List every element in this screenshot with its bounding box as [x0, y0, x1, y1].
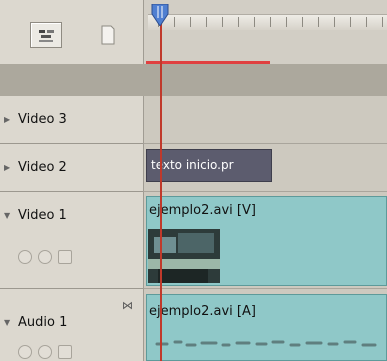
playhead-icon[interactable] — [150, 4, 170, 26]
ruler-tick — [254, 17, 255, 27]
marker-button[interactable] — [96, 22, 120, 48]
work-area-bar[interactable] — [146, 61, 270, 64]
clip-name: texto inicio.pr — [151, 158, 234, 172]
playhead-line[interactable] — [160, 20, 162, 361]
expand-arrow-icon[interactable]: ▼ — [4, 211, 10, 220]
ruler-tick — [190, 17, 191, 27]
title-clip[interactable]: texto inicio.pr — [146, 149, 272, 182]
track-header-video-3[interactable]: ▶ Video 3 — [0, 96, 143, 144]
ruler-tick — [382, 17, 383, 27]
track-header-video-2[interactable]: ▶ Video 2 — [0, 144, 143, 192]
video-clip[interactable]: ejemplo2.avi [V] — [146, 196, 387, 286]
ruler-tick — [286, 17, 287, 27]
next-keyframe-icon[interactable] — [58, 250, 72, 264]
next-keyframe-icon[interactable] — [58, 345, 72, 359]
ruler-tick — [238, 17, 239, 27]
ruler-tick — [270, 17, 271, 27]
ruler-tick — [206, 17, 207, 27]
audio-clip[interactable]: ejemplo2.avi [A] — [146, 294, 387, 361]
sync-lock-icon[interactable]: ⋈ — [122, 299, 133, 312]
track-label: Video 1 — [18, 208, 67, 223]
audio-waveform — [155, 340, 377, 347]
track-label: Audio 1 — [18, 315, 68, 330]
collapse-arrow-icon[interactable]: ▶ — [4, 163, 10, 172]
timeline-toolbar — [0, 0, 143, 64]
track-label: Video 2 — [18, 160, 67, 175]
expand-arrow-icon[interactable]: ▼ — [4, 318, 10, 327]
prev-keyframe-icon[interactable] — [18, 345, 32, 359]
ruler-tick — [302, 17, 303, 27]
track-label: Video 3 — [18, 112, 67, 127]
snap-button[interactable] — [30, 22, 62, 48]
time-ruler[interactable] — [143, 0, 387, 64]
track-header-video-1[interactable]: ▼ Video 1 — [0, 192, 143, 289]
marker-icon — [101, 25, 115, 45]
lane-video-3[interactable] — [143, 96, 387, 144]
clip-name: ejemplo2.avi [A] — [149, 304, 256, 319]
ruler-tick — [366, 17, 367, 27]
add-keyframe-icon[interactable] — [38, 345, 52, 359]
clip-thumbnail — [148, 229, 220, 283]
clip-name: ejemplo2.avi [V] — [149, 203, 256, 218]
add-keyframe-icon[interactable] — [38, 250, 52, 264]
ruler-tick — [334, 17, 335, 27]
ruler-tick — [318, 17, 319, 27]
ruler-tick — [350, 17, 351, 27]
collapse-arrow-icon[interactable]: ▶ — [4, 115, 10, 124]
timeline-divider — [0, 64, 387, 96]
time-ruler-scale[interactable] — [148, 14, 387, 30]
ruler-tick — [174, 17, 175, 27]
track-header-audio-1[interactable]: ▼ Audio 1 ⋈ — [0, 289, 143, 361]
snap-icon — [39, 30, 54, 42]
prev-keyframe-icon[interactable] — [18, 250, 32, 264]
ruler-tick — [222, 17, 223, 27]
